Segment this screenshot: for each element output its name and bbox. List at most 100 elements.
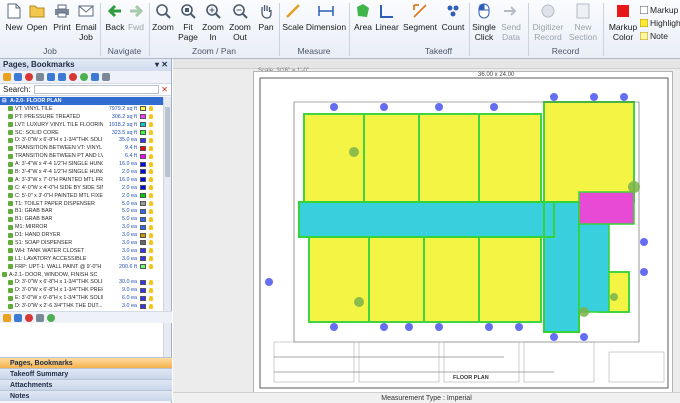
lightbulb-icon[interactable] <box>149 193 153 199</box>
color-swatch[interactable] <box>140 224 146 230</box>
lightbulb-icon[interactable] <box>149 295 153 301</box>
tree-item[interactable]: C: 4'-0"W x 4'-0"H SIDE BY SIDE SINGLE..… <box>0 184 163 192</box>
color-swatch[interactable] <box>140 232 146 238</box>
lightbulb-icon[interactable] <box>149 216 153 222</box>
tree-item[interactable]: LVT: LUXURY VINYL TILE FLOORING 1918.2 sq… <box>0 121 163 129</box>
visibility-checkbox[interactable] <box>8 114 13 120</box>
zoom-out-button[interactable]: Zoom Out <box>228 2 252 46</box>
fit-page-button[interactable]: Fit Page <box>177 2 199 46</box>
color-swatch[interactable] <box>140 201 146 207</box>
visibility-checkbox[interactable] <box>8 185 13 191</box>
visibility-checkbox[interactable] <box>8 130 13 135</box>
single-click-button[interactable]: Single Click <box>472 2 496 46</box>
color-swatch[interactable] <box>140 279 146 285</box>
email-job-button[interactable]: Email Job <box>75 2 97 46</box>
visibility-checkbox[interactable] <box>8 264 13 270</box>
tree-item[interactable]: PT: PRESSURE TREATED 306.2 sq ft <box>0 113 163 121</box>
new-section-button[interactable]: New Section <box>567 2 599 46</box>
color-swatch[interactable] <box>140 240 146 246</box>
visibility-checkbox[interactable] <box>8 279 13 285</box>
tree-item[interactable]: E: 3'-0"W x 6'-8"H x 1-3/4"THK SOLID... 6… <box>0 294 163 302</box>
floor-plan-drawing[interactable] <box>254 72 674 394</box>
back-button[interactable]: Back <box>104 2 126 46</box>
lightbulb-icon[interactable] <box>149 264 153 270</box>
color-swatch[interactable] <box>140 169 146 175</box>
visibility-checkbox[interactable] <box>8 303 13 309</box>
pin-icon[interactable]: ▾ ✕ <box>155 59 171 71</box>
folder-icon[interactable] <box>3 313 11 322</box>
color-swatch[interactable] <box>140 177 146 183</box>
lightbulb-icon[interactable] <box>149 224 153 230</box>
zoom-button[interactable]: Zoom <box>152 2 174 46</box>
remove-icon[interactable] <box>69 73 77 81</box>
tree-item[interactable]: VT: VINYL TILE 7979.2 sq ft <box>0 105 163 113</box>
tab-notes[interactable]: Notes <box>0 390 172 401</box>
color-swatch[interactable] <box>140 216 146 222</box>
lightbulb-icon[interactable] <box>149 130 153 135</box>
color-swatch[interactable] <box>140 248 146 254</box>
tree-item[interactable]: A-2.1- DOOR, WINDOW, FINISH SCHEDULE <box>0 271 163 279</box>
tree-item[interactable]: D1: HAND DRYER 3.0 ea <box>0 231 163 239</box>
tree-item[interactable]: SC: SOLID CORE 323.5 sq ft <box>0 129 163 137</box>
visibility-checkbox[interactable] <box>8 137 13 143</box>
markup-color-button[interactable]: Markup Color <box>607 2 639 46</box>
lightbulb-icon[interactable] <box>149 185 153 191</box>
tree-item[interactable]: B: 3'-4"W x 4'-4 1/2"H SINGLE HUNG DE...… <box>0 168 163 176</box>
visibility-checkbox[interactable] <box>8 224 13 230</box>
tree-item[interactable]: S1: SOAP DISPENSER 3.0 ea <box>0 239 163 247</box>
visibility-checkbox[interactable] <box>8 201 13 207</box>
visibility-checkbox[interactable] <box>8 295 13 301</box>
tree-item[interactable]: FRP: UPT-1: WALL PAINT @ 9'-0"H 200.6 ft <box>0 263 163 271</box>
lightbulb-icon[interactable] <box>149 137 153 143</box>
lightbulb-icon[interactable] <box>149 232 153 238</box>
tree-item[interactable]: D: 3'-0"W x 6'-8"H x 1-3/4"THK SOLID COR… <box>0 136 163 144</box>
lightbulb-icon[interactable] <box>149 240 153 246</box>
visibility-checkbox[interactable] <box>8 287 13 293</box>
lightbulb-icon[interactable] <box>149 145 153 151</box>
tree-item[interactable]: D: 3'-0"W x 2'-6 3/4"THK THE DUT... 3.0 e… <box>0 302 163 310</box>
tree-item[interactable]: A: 3'-4"W x 4'-4 1/2"H SINGLE HUNG DE...… <box>0 160 163 168</box>
add-item-icon[interactable] <box>80 73 88 81</box>
forward-button[interactable]: Fwd <box>126 2 146 46</box>
color-swatch[interactable] <box>140 295 146 301</box>
visibility-checkbox[interactable] <box>8 208 13 214</box>
markup-button[interactable]: Markup <box>640 3 680 16</box>
open-button[interactable]: Open <box>26 2 48 46</box>
tab-attachments[interactable]: Attachments <box>0 379 172 390</box>
tree-item[interactable]: C: 5'-0" x 3'-0"H PAINTED MTL FIXED GLA.… <box>0 192 163 200</box>
lightbulb-icon[interactable] <box>149 248 153 254</box>
color-swatch[interactable] <box>140 264 146 270</box>
tree-item[interactable]: D: 3'-0"W x 6'-8"H x 1-3/4"THK PREHU... 9… <box>0 286 163 294</box>
visibility-checkbox[interactable] <box>8 122 13 128</box>
drawing-canvas[interactable]: Scale: 3/16" = 1'-0" <box>173 59 680 403</box>
lightbulb-icon[interactable] <box>149 256 153 262</box>
visibility-checkbox[interactable] <box>8 232 13 238</box>
move-up-icon[interactable] <box>47 73 55 81</box>
linear-button[interactable]: Linear <box>375 2 399 46</box>
add-item-icon[interactable] <box>47 313 55 322</box>
drawing-sheet[interactable] <box>253 71 673 393</box>
print-button[interactable]: Print <box>51 2 73 46</box>
expand-icon[interactable]: ⊟ <box>0 98 10 104</box>
scale-button[interactable]: Scale <box>282 2 304 46</box>
lightbulb-icon[interactable] <box>149 279 153 285</box>
scrollbar-thumb[interactable] <box>165 107 170 177</box>
count-button[interactable]: Count <box>440 2 466 46</box>
lightbulb-icon[interactable] <box>149 208 153 214</box>
pan-button[interactable]: Pan <box>255 2 277 46</box>
color-swatch[interactable] <box>140 145 146 151</box>
tab-pages-bookmarks[interactable]: Pages, Bookmarks <box>0 357 172 368</box>
lightbulb-icon[interactable] <box>149 303 153 309</box>
new-button[interactable]: New <box>3 2 25 46</box>
color-swatch[interactable] <box>140 122 146 128</box>
color-swatch[interactable] <box>140 130 146 135</box>
add-icon[interactable] <box>14 73 22 81</box>
lightbulb-icon[interactable] <box>149 114 153 120</box>
tree-item[interactable]: TRANSITION BETWEEN PT AND LVT 6.4 ft <box>0 152 163 160</box>
tree-item[interactable]: B1: GRAB BAR 5.0 ea <box>0 215 163 223</box>
expand-icon[interactable] <box>91 73 99 81</box>
tree-item[interactable]: T1: TOILET PAPER DISPENSER 5.0 ea <box>0 200 163 208</box>
send-data-button[interactable]: Send Data <box>498 2 524 46</box>
note-button[interactable]: Note <box>640 29 680 42</box>
visibility-checkbox[interactable] <box>8 177 13 183</box>
